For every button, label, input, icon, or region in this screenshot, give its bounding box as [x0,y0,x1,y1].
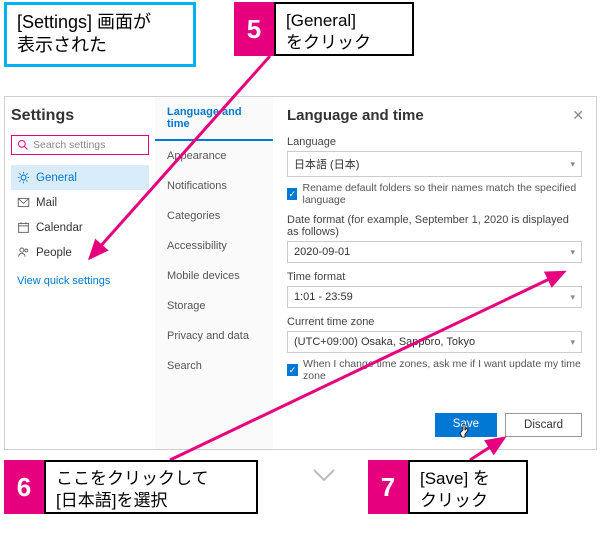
nav-mail[interactable]: Mail [11,190,149,215]
date-format-value: 2020-09-01 [294,246,350,258]
tab-privacy-and-data[interactable]: Privacy and data [155,321,273,351]
tab-language-and-time[interactable]: Language and time [155,97,273,141]
language-label: Language [287,136,582,148]
rename-folders-label: Rename default folders so their names ma… [302,182,582,206]
nav-general-label: General [36,172,77,184]
callout-7-number: 7 [368,460,408,514]
nav-mail-label: Mail [36,197,57,209]
nav-calendar[interactable]: Calendar [11,215,149,240]
people-icon [17,246,30,259]
callout-6-number: 6 [4,460,44,514]
close-icon[interactable]: ✕ [572,107,584,124]
time-format-label: Time format [287,271,582,283]
date-format-label: Date format (for example, September 1, 2… [287,214,582,238]
settings-middle-pane: Language and time Appearance Notificatio… [155,97,273,449]
settings-window: Settings Search settings General Mail Ca… [4,96,597,450]
nav-people-label: People [36,247,72,259]
pane-title: Language and time [287,107,582,124]
checkbox-checked-icon: ✓ [287,188,297,200]
language-select[interactable]: 日本語 (日本) ▾ [287,151,582,177]
chevron-down-icon: ▾ [570,337,575,348]
date-format-select[interactable]: 2020-09-01 ▾ [287,241,582,263]
time-format-select[interactable]: 1:01 - 23:59 ▾ [287,286,582,308]
callout-5-text: [General] をクリック [274,2,414,56]
tab-storage[interactable]: Storage [155,291,273,321]
save-button[interactable]: Save [435,413,497,437]
chevron-down-icon [312,462,336,488]
callout-settings-shown: [Settings] 画面が 表示された [4,2,196,67]
time-zone-value: (UTC+09:00) Osaka, Sapporo, Tokyo [294,336,475,348]
tz-ask-label: When I change time zones, ask me if I wa… [303,358,582,382]
calendar-icon [17,221,30,234]
search-input[interactable]: Search settings [11,135,149,155]
nav-calendar-label: Calendar [36,222,83,234]
chevron-down-icon: ▾ [570,247,575,258]
callout-7-text: [Save] を クリック [408,460,528,514]
nav-general[interactable]: General [11,165,149,190]
chevron-down-icon: ▾ [570,159,575,170]
search-icon [17,139,29,151]
tab-mobile-devices[interactable]: Mobile devices [155,261,273,291]
tab-appearance[interactable]: Appearance [155,141,273,171]
time-zone-label: Current time zone [287,316,582,328]
tab-categories[interactable]: Categories [155,201,273,231]
search-placeholder: Search settings [33,139,105,151]
settings-title: Settings [11,107,149,125]
callout-5-number: 5 [234,2,274,56]
tab-notifications[interactable]: Notifications [155,171,273,201]
mail-icon [17,196,30,209]
callout-6-text: ここをクリックして [日本語]を選択 [44,460,258,514]
gear-icon [17,171,30,184]
view-quick-settings-link[interactable]: View quick settings [11,265,149,297]
settings-left-pane: Settings Search settings General Mail Ca… [5,97,155,449]
tab-accessibility[interactable]: Accessibility [155,231,273,261]
time-format-value: 1:01 - 23:59 [294,291,353,303]
discard-button[interactable]: Discard [505,413,582,437]
tz-ask-row[interactable]: ✓ When I change time zones, ask me if I … [287,358,582,382]
language-select-value: 日本語 (日本) [294,156,359,172]
rename-folders-row[interactable]: ✓ Rename default folders so their names … [287,182,582,206]
chevron-down-icon: ▾ [570,292,575,303]
tab-search[interactable]: Search [155,351,273,381]
nav-people[interactable]: People [11,240,149,265]
cursor-hand-icon [459,423,473,442]
button-row: Save Discard [435,413,582,437]
checkbox-checked-icon: ✓ [287,364,298,376]
settings-content-pane: ✕ Language and time Language 日本語 (日本) ▾ … [273,97,596,449]
time-zone-select[interactable]: (UTC+09:00) Osaka, Sapporo, Tokyo ▾ [287,331,582,353]
